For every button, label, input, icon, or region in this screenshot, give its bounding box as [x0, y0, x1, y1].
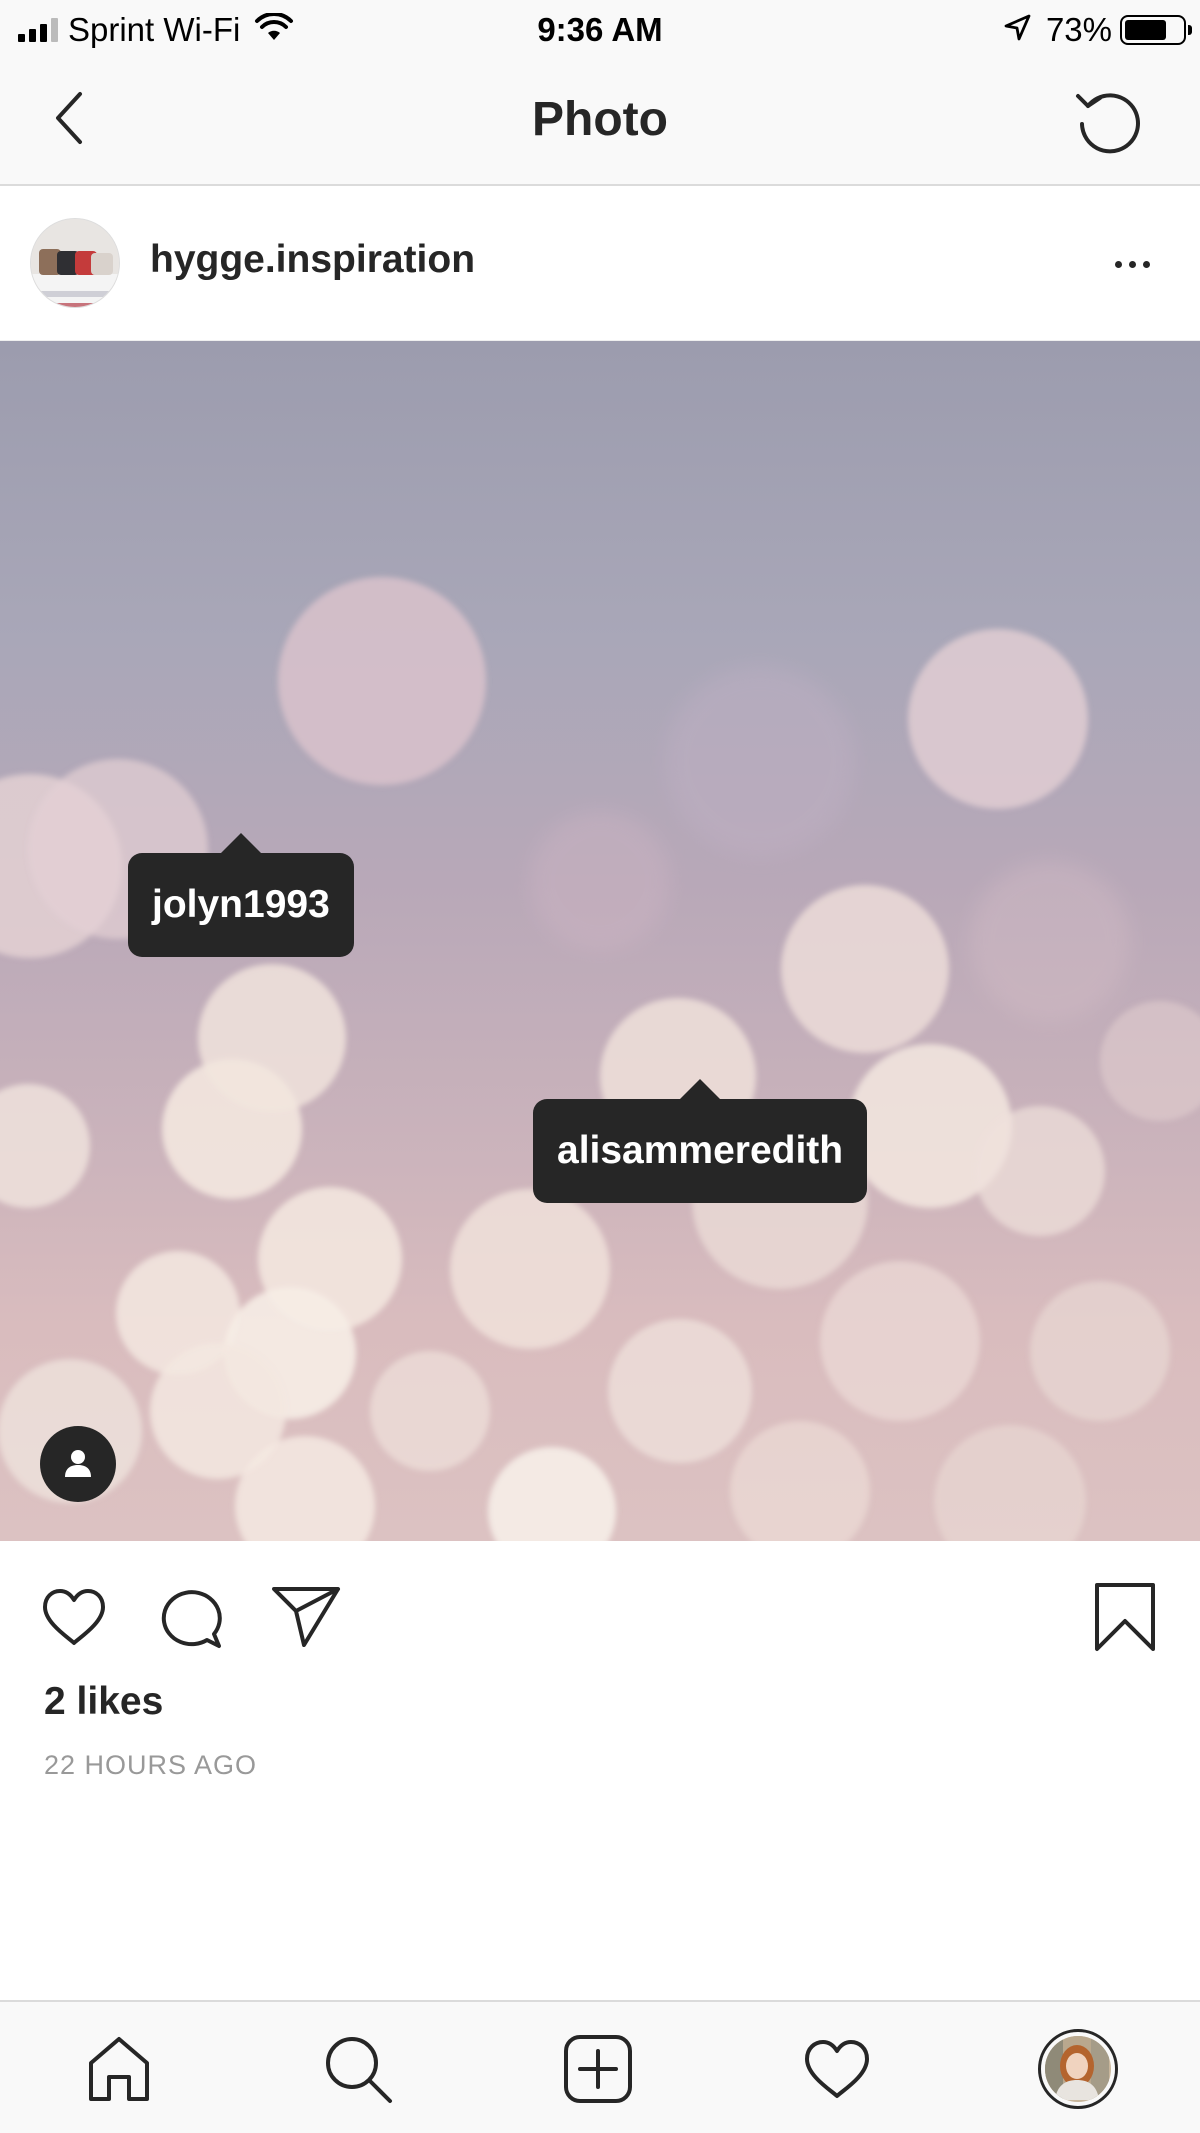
new-post-icon — [564, 2035, 632, 2103]
heart-icon — [43, 1589, 105, 1645]
refresh-icon — [1076, 93, 1140, 154]
post-timestamp: 22 HOURS AGO — [44, 1750, 258, 1780]
carrier-name: Sprint Wi-Fi — [68, 11, 241, 48]
nav-header: Photo — [0, 60, 1200, 186]
location-arrow-icon — [1002, 13, 1032, 48]
more-options-button[interactable] — [1094, 226, 1170, 302]
page-title: Photo — [532, 93, 668, 146]
tab-bar — [0, 2000, 1200, 2133]
share-icon — [272, 1587, 340, 1647]
refresh-button[interactable] — [1068, 82, 1148, 162]
status-right: 73% — [1002, 8, 1192, 52]
save-button[interactable] — [1087, 1579, 1163, 1655]
profile-avatar — [1038, 2029, 1118, 2109]
home-icon — [89, 2037, 149, 2101]
battery-icon — [1120, 15, 1192, 45]
battery-percent: 73% — [1045, 11, 1112, 48]
tagged-users-button[interactable] — [40, 1426, 116, 1502]
person-icon — [65, 1450, 91, 1477]
wifi-icon — [254, 11, 294, 48]
activity-icon — [805, 2040, 869, 2098]
bookmark-icon — [1095, 1583, 1155, 1651]
tab-profile[interactable] — [1033, 2024, 1123, 2114]
tab-new-post[interactable] — [553, 2024, 643, 2114]
profile-photo — [1045, 2036, 1109, 2100]
signal-icon — [18, 18, 58, 42]
more-dot — [1128, 260, 1136, 268]
comment-button[interactable] — [152, 1579, 228, 1655]
search-icon — [326, 2037, 392, 2103]
tab-search[interactable] — [313, 2024, 403, 2114]
likes-count[interactable]: 2 likes — [44, 1680, 163, 1724]
more-horizontal-icon — [1114, 260, 1122, 268]
post-avatar[interactable] — [30, 218, 120, 308]
chevron-left-icon — [56, 92, 82, 144]
post-photo[interactable]: jolyn1993 alisammeredith — [0, 341, 1200, 1541]
status-bar: Sprint Wi-Fi 9:36 AM 73% — [0, 0, 1200, 60]
user-tag[interactable]: jolyn1993 — [128, 833, 354, 957]
user-tag[interactable]: alisammeredith — [533, 1079, 868, 1203]
tab-home[interactable] — [74, 2024, 164, 2114]
comment-icon — [161, 1590, 222, 1648]
battery-fill — [1125, 20, 1166, 40]
post-actions — [0, 1541, 1200, 1681]
avatar-image — [31, 219, 119, 307]
like-button[interactable] — [36, 1579, 112, 1655]
share-button[interactable] — [268, 1579, 344, 1655]
back-button[interactable] — [40, 88, 100, 148]
post-header: hygge.inspiration — [0, 186, 1200, 341]
more-dot — [1142, 260, 1150, 268]
status-left: Sprint Wi-Fi — [18, 8, 294, 52]
tab-activity[interactable] — [792, 2024, 882, 2114]
avatar — [1045, 2036, 1111, 2102]
post-username[interactable]: hygge.inspiration — [150, 238, 475, 282]
